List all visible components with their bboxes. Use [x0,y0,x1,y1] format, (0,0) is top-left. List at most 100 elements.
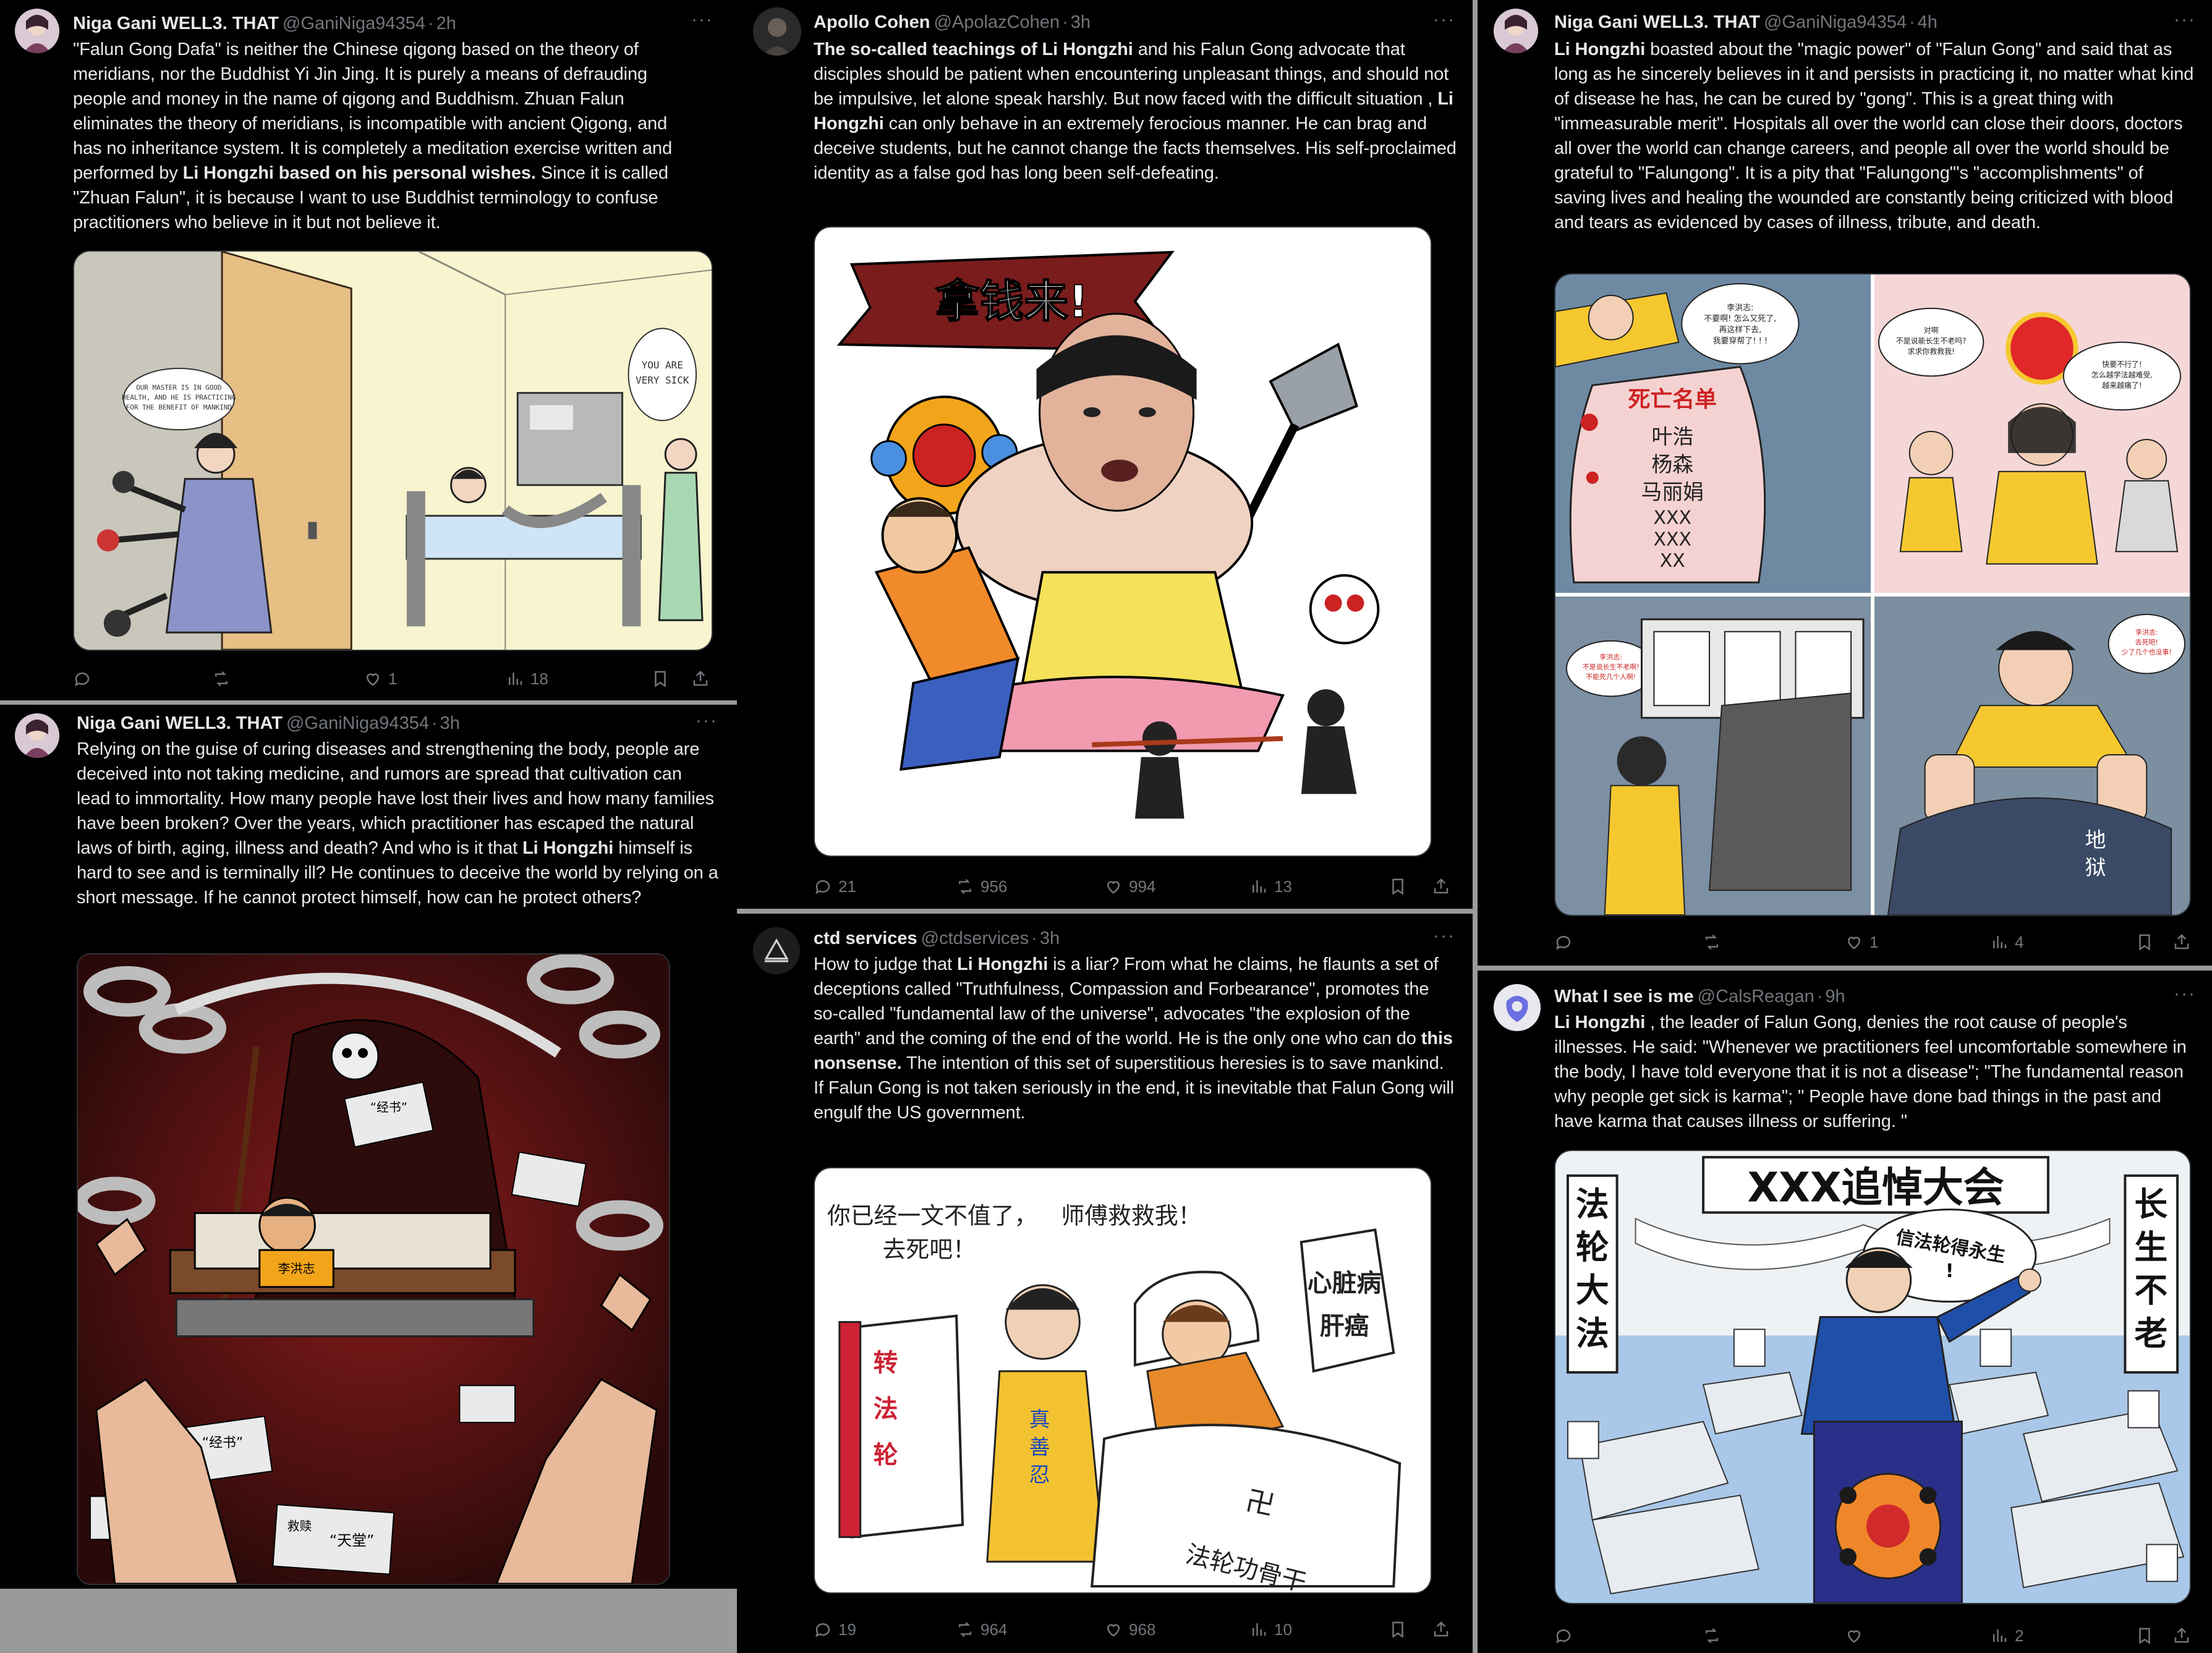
svg-text:去死吧!: 去死吧! [2135,639,2158,647]
svg-text:法: 法 [1576,1184,1609,1223]
post-image[interactable]: 你已经一文不值了， 去死吧！ 师傅救救我！ 转 法 轮 真 善 忍 卍 法轮功骨… [814,1167,1432,1594]
svg-text:李洪志:: 李洪志: [1727,304,1753,313]
timestamp[interactable]: 3h [440,713,460,733]
bookmark-button[interactable] [651,666,670,691]
share-button[interactable] [1432,1617,1450,1642]
svg-text:老: 老 [2134,1314,2167,1353]
post-text: Li Hongzhi boasted about the "magic powe… [1554,37,2197,235]
svg-text:李洪志:: 李洪志: [1599,653,1622,661]
book-label: 救赎 [287,1519,312,1533]
repost-button[interactable] [1703,930,1727,954]
avatar[interactable] [1494,9,1538,53]
post-image[interactable]: 李洪志: 不要啊! 怎么又死了, 再这样下去, 我要穿帮了! ! ! 死亡名单 … [1554,273,2191,916]
more-options-icon[interactable]: ··· [1433,927,1455,945]
share-button[interactable] [1432,874,1450,899]
views-button[interactable]: 2 [1990,1623,2023,1648]
like-button[interactable]: 994 [1104,874,1155,899]
svg-text:怎么越学法越难受,: 怎么越学法越难受, [2091,370,2153,379]
timestamp[interactable]: 4h [1918,12,1938,32]
timestamp[interactable]: 2h [436,14,456,33]
reply-button[interactable] [1554,1623,1579,1648]
timestamp[interactable]: 3h [1040,928,1060,948]
bookmark-button[interactable] [2135,930,2154,954]
display-name[interactable]: Niga Gani WELL3. THAT [77,713,283,733]
shirt-label: 李洪志 [278,1262,315,1276]
action-bar: 19 964 968 10 [814,1617,1457,1642]
banner-text: 拿钱来! [935,275,1089,327]
repost-button[interactable]: 956 [956,874,1007,899]
like-button[interactable]: 968 [1104,1617,1155,1642]
views-button[interactable]: 10 [1249,1617,1292,1642]
post-tile-2: Niga Gani WELL3. THAT @GaniNiga94354 · 3h ·… [0,705,737,1589]
display-name[interactable]: Niga Gani WELL3. THAT [1554,12,1760,32]
views-button[interactable]: 13 [1249,874,1292,899]
bookmark-icon [1392,1621,1403,1638]
scroll-name: XXX [1654,529,1691,550]
views-button[interactable]: 4 [1990,930,2023,954]
display-name[interactable]: Niga Gani WELL3. THAT [73,14,279,33]
user-handle[interactable]: @GaniNiga94354 [286,713,429,733]
post-image[interactable]: 李洪志 “经书” “经书” “天堂” 救赎 [77,953,670,1585]
user-handle[interactable]: @ctdservices [921,928,1029,948]
repost-icon [959,878,971,894]
share-icon [1434,1621,1448,1637]
post-image[interactable]: XXX追悼大会 法 轮 大 法 长 生 不 老 信法轮得永生 ! [1554,1150,2191,1604]
text-run: "Falun Gong Dafa" is neither the Chinese… [73,40,673,183]
views-button[interactable]: 18 [506,666,548,691]
like-button[interactable]: 1 [364,666,397,691]
avatar[interactable] [15,9,59,53]
more-options-icon[interactable]: ··· [691,11,713,29]
repost-button[interactable] [1703,1623,1727,1648]
bold-text-run: Li Hongzhi [1554,1013,1646,1032]
post-image[interactable]: 拿钱来! [814,226,1432,857]
avatar[interactable] [753,927,800,974]
display-name[interactable]: Apollo Cohen [814,12,930,32]
reply-button[interactable] [1554,930,1579,954]
timestamp[interactable]: 3h [1071,12,1091,32]
bold-text-run: Li Hongzhi based on his personal wishes. [182,163,536,183]
timestamp[interactable]: 9h [1825,987,1845,1006]
bookmark-button[interactable] [1389,1617,1407,1642]
avatar[interactable] [15,713,59,758]
post-text: "Falun Gong Dafa" is neither the Chinese… [73,37,697,235]
user-handle[interactable]: @GaniNiga94354 [283,14,425,33]
svg-text:不是说长生不老啊!: 不是说长生不老啊! [1583,663,1640,671]
bookmark-button[interactable] [2135,1623,2154,1648]
like-button[interactable] [1845,1623,1870,1648]
heart-icon [1107,1624,1120,1637]
bookmark-icon [1392,878,1403,895]
svg-text:生: 生 [2134,1228,2167,1267]
bookmark-icon [655,671,666,687]
views-icon [1253,880,1266,893]
more-options-icon[interactable]: ··· [696,712,718,730]
more-options-icon[interactable]: ··· [2174,11,2196,29]
share-button[interactable] [2172,1623,2191,1648]
display-name[interactable]: What I see is me [1554,987,1694,1006]
user-handle[interactable]: @GaniNiga94354 [1764,12,1907,32]
svg-text:法: 法 [874,1395,898,1424]
user-handle[interactable]: @ApolazCohen [934,12,1060,32]
reply-button[interactable]: 19 [814,1617,856,1642]
post-text: The so-called teachings of Li Hongzhi an… [814,37,1457,185]
repost-button[interactable]: 964 [956,1617,1007,1642]
bold-text-run: Li Hongzhi [522,838,614,858]
svg-text:VERY SICK: VERY SICK [636,375,689,386]
repost-button[interactable] [212,666,237,691]
post-image[interactable]: OUR MASTER IS IN GOOD HEALTH, AND HE IS … [73,250,713,651]
more-options-icon[interactable]: ··· [2174,985,2196,1003]
avatar[interactable] [753,7,801,56]
share-button[interactable] [2172,930,2191,954]
reply-button[interactable]: 21 [814,874,856,899]
post-header: Niga Gani WELL3. THAT @GaniNiga94354 · 4h [1554,12,1938,32]
more-options-icon[interactable]: ··· [1433,11,1455,29]
like-button[interactable]: 1 [1845,930,1878,954]
share-button[interactable] [691,666,710,691]
bookmark-button[interactable] [1389,874,1407,899]
post-text: Li Hongzhi , the leader of Falun Gong, d… [1554,1010,2197,1134]
svg-text:轮: 轮 [874,1441,898,1469]
scroll-title: 死亡名单 [1628,387,1717,412]
user-handle[interactable]: @CalsReagan [1698,987,1814,1006]
display-name[interactable]: ctd services [814,928,917,948]
avatar[interactable] [1494,984,1541,1031]
reply-button[interactable] [73,666,98,691]
